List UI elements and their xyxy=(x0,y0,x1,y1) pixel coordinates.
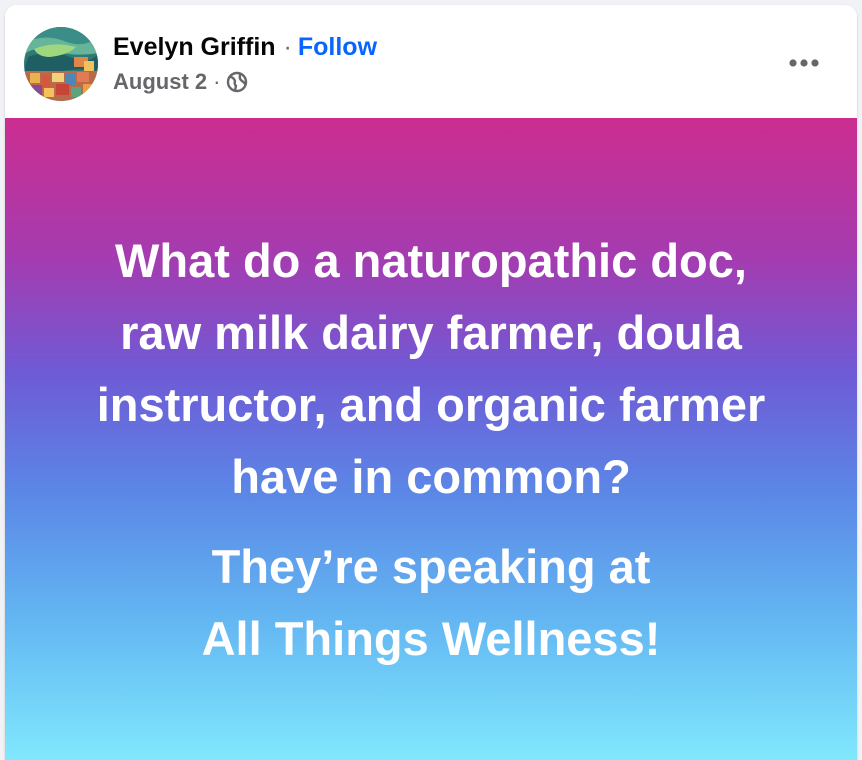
author-avatar[interactable] xyxy=(24,27,98,101)
answer-line: They’re speaking at xyxy=(211,540,651,593)
post-question: What do a naturopathic doc, raw milk dai… xyxy=(35,225,827,513)
more-horizontal-icon xyxy=(789,59,819,67)
question-line: instructor, and organic farmer xyxy=(96,378,766,431)
author-name[interactable]: Evelyn Griffin xyxy=(113,33,276,62)
post-header: Evelyn Griffin · Follow August 2 · xyxy=(5,5,857,118)
post-background-text: What do a naturopathic doc, raw milk dai… xyxy=(5,118,857,760)
author-line: Evelyn Griffin · Follow xyxy=(113,30,377,64)
follow-button[interactable]: Follow xyxy=(298,33,377,62)
question-line: raw milk dairy farmer, doula xyxy=(120,306,742,359)
post-card: Evelyn Griffin · Follow August 2 · What … xyxy=(5,5,857,760)
post-date[interactable]: August 2 xyxy=(113,69,207,95)
post-answer: They’re speaking at All Things Wellness! xyxy=(35,531,827,675)
meta-separator: · xyxy=(213,69,221,94)
post-meta: August 2 · xyxy=(113,67,248,97)
question-line: have in common? xyxy=(231,450,631,503)
question-line: What do a naturopathic doc, xyxy=(115,234,747,287)
author-separator: · xyxy=(283,32,292,61)
avatar-painting-image xyxy=(24,27,98,101)
globe-icon[interactable] xyxy=(226,71,248,93)
answer-line: All Things Wellness! xyxy=(201,612,661,665)
more-options-button[interactable] xyxy=(780,41,828,85)
